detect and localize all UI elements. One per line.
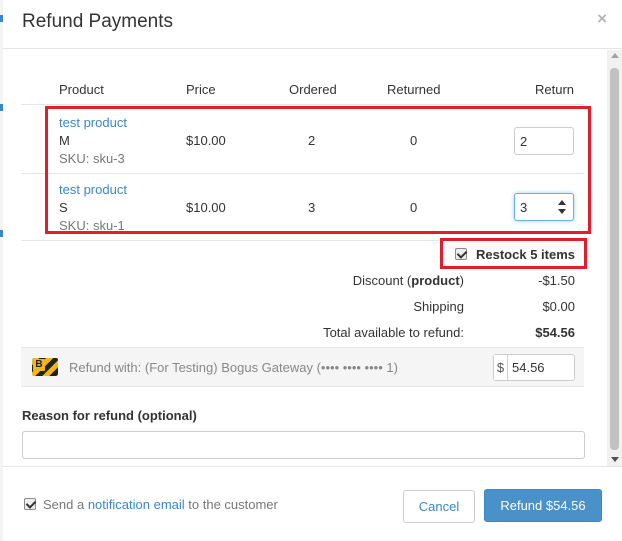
modal-header: Refund Payments ×: [3, 0, 622, 49]
refund-amount-field: $: [493, 354, 575, 381]
refund-button[interactable]: Refund $54.56: [484, 489, 602, 522]
scrollbar-thumb[interactable]: [610, 68, 619, 450]
reason-label: Reason for refund (optional): [22, 408, 197, 423]
shipping-value: $0.00: [542, 299, 575, 314]
column-header-return: Return: [535, 82, 575, 97]
highlight-box-items: [45, 106, 591, 234]
notify-customer-label: Send a notification email to the custome…: [43, 497, 278, 512]
modal-body: Product Price Ordered Returned Return te…: [3, 50, 622, 466]
table-divider: [21, 104, 584, 105]
column-header-ordered: Ordered: [289, 82, 337, 97]
refund-method-text: Refund with: (For Testing) Bogus Gateway…: [69, 360, 398, 375]
total-refund-value: $54.56: [535, 325, 575, 340]
cancel-button[interactable]: Cancel: [403, 490, 475, 523]
modal-footer: Send a notification email to the custome…: [3, 466, 622, 541]
discount-value: -$1.50: [538, 273, 575, 288]
reason-input[interactable]: [22, 431, 585, 459]
notify-customer-checkbox[interactable]: [24, 498, 36, 510]
scroll-up-arrow-icon[interactable]: [611, 53, 619, 58]
bogus-gateway-icon: B: [32, 358, 58, 376]
total-refund-label: Total available to refund:: [323, 325, 464, 340]
shipping-label: Shipping: [413, 299, 464, 314]
refund-modal: Refund Payments × Product Price Ordered …: [3, 0, 622, 541]
discount-label: Discount (product): [352, 273, 464, 288]
column-header-price: Price: [186, 82, 216, 97]
column-header-product: Product: [59, 82, 104, 97]
highlight-box-restock: [440, 238, 587, 269]
close-icon[interactable]: ×: [597, 9, 607, 29]
notification-email-link[interactable]: notification email: [88, 497, 185, 512]
scrollbar[interactable]: [607, 50, 622, 466]
refund-amount-input[interactable]: [509, 355, 573, 380]
scroll-down-arrow-icon[interactable]: [611, 457, 619, 462]
column-header-returned: Returned: [387, 82, 441, 97]
currency-addon: $: [494, 355, 508, 380]
modal-title: Refund Payments: [22, 11, 174, 32]
